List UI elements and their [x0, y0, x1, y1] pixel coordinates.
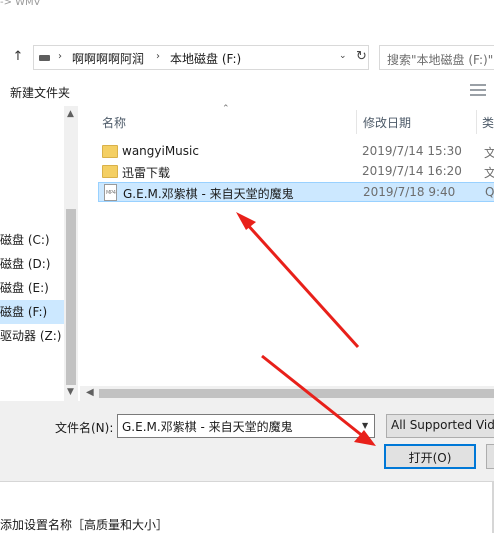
horizontal-scrollbar[interactable]: ◀: [80, 386, 494, 401]
refresh-icon[interactable]: ↻: [356, 49, 368, 64]
nav-item-drive-z[interactable]: 驱动器 (Z:): [0, 324, 64, 348]
column-header-name[interactable]: 名称: [102, 114, 126, 131]
scroll-down-icon[interactable]: ▼: [67, 387, 74, 397]
nav-item-label: 磁盘 (F:): [0, 305, 48, 319]
window-fragment-top: -> WMV: [0, 0, 494, 14]
search-placeholder: 搜索"本地磁盘 (F:)": [387, 53, 494, 67]
nav-item[interactable]: [0, 134, 64, 158]
nav-item[interactable]: [0, 110, 64, 134]
nav-item-label: 驱动器 (Z:): [0, 329, 62, 343]
background-app-strip: 添加设置名称［高质量和大小］: [0, 481, 494, 533]
file-name: 迅雷下载: [122, 166, 171, 180]
nav-item-drive-e[interactable]: 磁盘 (E:): [0, 276, 64, 300]
column-header-date[interactable]: 修改日期: [363, 114, 411, 131]
file-row-selected[interactable]: MP4 G.E.M.邓紫棋 - 来自天堂的魔鬼 2019/7/18 9:40 Q…: [98, 182, 494, 202]
column-divider[interactable]: [476, 110, 477, 134]
nav-item[interactable]: [0, 158, 64, 182]
address-bar[interactable]: › 啊啊啊啊阿润 › 本地磁盘 (F:) ⌄ ↻: [33, 45, 369, 70]
chevron-down-icon[interactable]: ⌄: [339, 51, 351, 61]
drive-icon: [39, 55, 50, 61]
filename-value: G.E.M.邓紫棋 - 来自天堂的魔鬼: [122, 420, 293, 434]
filename-label: 文件名(N):: [55, 421, 114, 435]
file-type: Qu: [485, 185, 494, 199]
app-setting-label: 添加设置名称［高质量和大小］: [0, 518, 169, 532]
file-date: 2019/7/18 9:40: [363, 185, 456, 199]
open-button[interactable]: 打开(O): [384, 444, 476, 469]
view-options-icon[interactable]: [470, 84, 486, 97]
scroll-up-icon[interactable]: ▲: [67, 109, 74, 119]
file-name: G.E.M.邓紫棋 - 来自天堂的魔鬼: [123, 187, 294, 201]
nav-item-label: 磁盘 (C:): [0, 233, 50, 247]
new-folder-button[interactable]: 新建文件夹: [10, 84, 70, 101]
file-list: ⌃ 名称 修改日期 类 wangyiMusic 2019/7/14 15:30 …: [80, 104, 494, 386]
nav-scrollbar[interactable]: ▲ ▼: [64, 106, 78, 401]
up-arrow-icon[interactable]: ↑: [10, 49, 26, 65]
nav-item-label: 磁盘 (D:): [0, 257, 51, 271]
file-icon-text: MP4: [106, 190, 116, 196]
file-type-filter[interactable]: All Supported Vid: [386, 414, 494, 438]
toolbar: 新建文件夹: [0, 76, 494, 106]
file-type: 文: [484, 166, 494, 180]
scrollbar-thumb[interactable]: [99, 389, 494, 398]
folder-icon: [102, 165, 118, 178]
chevron-down-icon[interactable]: ▼: [362, 421, 368, 430]
cancel-button[interactable]: [486, 444, 494, 469]
open-button-label: 打开(O): [408, 451, 452, 465]
column-divider[interactable]: [356, 110, 357, 134]
chevron-right-icon[interactable]: ›: [58, 51, 62, 62]
address-row: ↑ › 啊啊啊啊阿润 › 本地磁盘 (F:) ⌄ ↻ 搜索"本地磁盘 (F:)": [0, 40, 494, 74]
nav-item[interactable]: [0, 182, 64, 206]
folder-icon: [102, 145, 118, 158]
nav-item-drive-c[interactable]: 磁盘 (C:): [0, 228, 64, 252]
column-header-type[interactable]: 类: [482, 114, 494, 131]
dialog-footer: 文件名(N): G.E.M.邓紫棋 - 来自天堂的魔鬼 ▼ All Suppor…: [0, 401, 494, 481]
mp4-file-icon: MP4: [104, 184, 117, 201]
search-input[interactable]: 搜索"本地磁盘 (F:)": [379, 45, 494, 70]
scroll-left-icon[interactable]: ◀: [86, 387, 94, 398]
file-row[interactable]: 迅雷下载 2019/7/14 16:20 文: [98, 162, 494, 182]
nav-item-label: 磁盘 (E:): [0, 281, 49, 295]
chevron-right-icon[interactable]: ›: [156, 51, 160, 62]
breadcrumb-item[interactable]: 本地磁盘 (F:): [170, 50, 241, 67]
sort-ascending-icon: ⌃: [222, 104, 230, 114]
scrollbar-thumb[interactable]: [66, 209, 76, 385]
nav-item-drive-d[interactable]: 磁盘 (D:): [0, 252, 64, 276]
file-date: 2019/7/14 16:20: [362, 164, 462, 178]
file-row[interactable]: wangyiMusic 2019/7/14 15:30 文: [98, 142, 494, 162]
file-date: 2019/7/14 15:30: [362, 144, 462, 158]
nav-item-drive-f[interactable]: 磁盘 (F:): [0, 300, 64, 324]
top-fragment-text: -> WMV: [0, 0, 41, 8]
file-type: 文: [484, 146, 494, 160]
filename-input[interactable]: G.E.M.邓紫棋 - 来自天堂的魔鬼 ▼: [117, 414, 375, 438]
nav-item[interactable]: [0, 206, 64, 230]
breadcrumb-item[interactable]: 啊啊啊啊阿润: [72, 50, 144, 67]
file-name: wangyiMusic: [122, 144, 199, 158]
filter-value: All Supported Vid: [391, 418, 494, 432]
